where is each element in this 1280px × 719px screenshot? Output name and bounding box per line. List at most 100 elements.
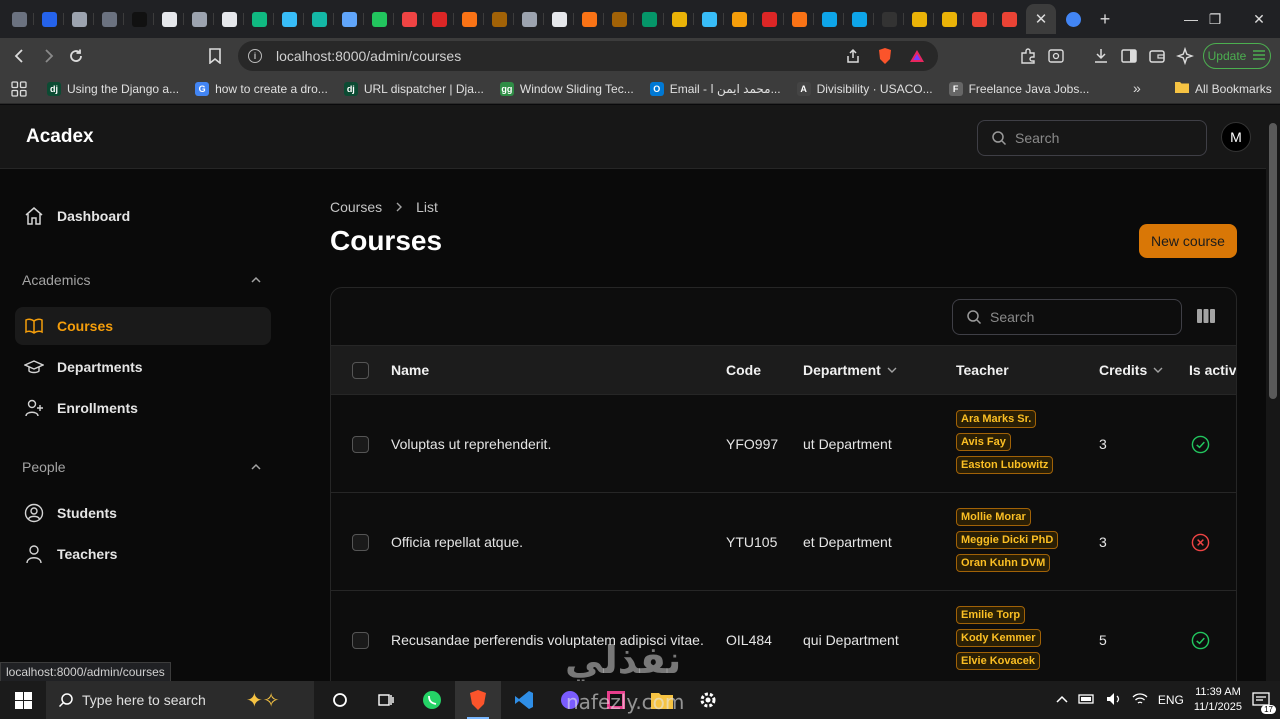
address-bar[interactable]: i localhost:8000/admin/courses	[238, 41, 938, 71]
breadcrumb-courses[interactable]: Courses	[330, 199, 382, 215]
bookmark-item[interactable]: O Email - محمد ايمن ا...	[649, 81, 781, 96]
browser-tab[interactable]	[574, 4, 604, 34]
column-header-is-active[interactable]: Is active	[1189, 362, 1236, 378]
table-row[interactable]: Officia repellat atque. YTU105 et Departme…	[331, 493, 1236, 591]
browser-tab[interactable]	[4, 4, 34, 34]
browser-tab[interactable]	[634, 4, 664, 34]
taskbar-whatsapp[interactable]	[409, 681, 455, 719]
browser-tab[interactable]	[34, 4, 64, 34]
update-button[interactable]: Update	[1203, 43, 1271, 69]
browser-tab[interactable]	[724, 4, 754, 34]
browser-tab[interactable]	[1058, 4, 1088, 34]
browser-tab[interactable]	[124, 4, 154, 34]
browser-tab[interactable]	[94, 4, 124, 34]
columns-icon[interactable]	[1197, 308, 1215, 324]
browser-tab[interactable]	[334, 4, 364, 34]
wifi-icon[interactable]	[1132, 692, 1148, 709]
extensions-icon[interactable]	[1019, 47, 1037, 65]
windows-start-button[interactable]	[0, 681, 46, 719]
active-tab-close-button[interactable]: ✕	[1026, 4, 1056, 34]
brand-logo[interactable]: Acadex	[26, 126, 94, 148]
brave-rewards-icon[interactable]	[908, 47, 926, 65]
sidebar-item-courses[interactable]: Courses	[15, 307, 271, 345]
browser-tab[interactable]	[874, 4, 904, 34]
volume-icon[interactable]	[1106, 692, 1122, 709]
taskbar-search[interactable]: ✦✧	[46, 681, 314, 719]
bookmark-item[interactable]: gg Window Sliding Tec...	[499, 81, 634, 96]
browser-tab[interactable]	[544, 4, 574, 34]
column-header-credits[interactable]: Credits	[1099, 362, 1163, 378]
browser-tab[interactable]	[754, 4, 784, 34]
browser-tab[interactable]	[664, 4, 694, 34]
taskbar-vscode[interactable]	[501, 681, 547, 719]
page-scrollbar[interactable]	[1266, 105, 1280, 681]
row-checkbox[interactable]	[352, 436, 369, 453]
wallet-icon[interactable]	[1148, 47, 1166, 65]
apps-grid-icon[interactable]	[11, 80, 27, 97]
all-bookmarks[interactable]: All Bookmarks	[1175, 81, 1272, 96]
bookmark-item[interactable]: Ghow to create a dro...	[195, 81, 328, 96]
reload-button[interactable]	[62, 42, 90, 70]
column-header-code[interactable]: Code	[726, 362, 761, 378]
browser-tab[interactable]	[694, 4, 724, 34]
table-row[interactable]: Voluptas ut reprehenderit. YFO997 ut Depar…	[331, 395, 1236, 493]
taskbar-settings[interactable]	[685, 681, 731, 719]
sidebar-group-academics[interactable]: Academics	[22, 272, 262, 288]
leo-ai-icon[interactable]	[1176, 47, 1194, 65]
row-checkbox[interactable]	[352, 534, 369, 551]
brave-shield-icon[interactable]	[876, 47, 894, 65]
browser-tab[interactable]	[934, 4, 964, 34]
browser-tab[interactable]	[214, 4, 244, 34]
bookmark-item[interactable]: dj URL dispatcher | Dja...	[343, 81, 484, 96]
new-course-button[interactable]: New course	[1139, 224, 1237, 258]
share-icon[interactable]	[844, 47, 862, 65]
sidebar-item-enrollments[interactable]: Enrollments	[15, 389, 271, 427]
course-name[interactable]: Voluptas ut reprehenderit.	[391, 436, 551, 452]
bookmark-item[interactable]: A Divisibility · USACO...	[796, 81, 933, 96]
download-icon[interactable]	[1092, 47, 1110, 65]
browser-tab[interactable]	[514, 4, 544, 34]
avatar[interactable]: M	[1221, 122, 1251, 152]
select-all-checkbox[interactable]	[352, 362, 369, 379]
column-header-department[interactable]: Department	[803, 362, 897, 378]
row-checkbox[interactable]	[352, 632, 369, 649]
more-bookmarks-icon[interactable]: »	[1133, 80, 1141, 96]
table-search-input[interactable]	[990, 309, 1160, 325]
table-row[interactable]: Recusandae perferendis voluptatem adipis…	[331, 591, 1236, 681]
bookmark-item[interactable]: dj Using the Django a...	[47, 81, 179, 96]
task-switch-button[interactable]	[363, 681, 409, 719]
close-window-button[interactable]: ✕	[1236, 0, 1280, 38]
bookmark-item[interactable]: F Freelance Java Jobs...	[948, 81, 1089, 96]
course-name[interactable]: Officia repellat atque.	[391, 534, 523, 550]
browser-tab[interactable]	[994, 4, 1024, 34]
browser-tab[interactable]	[964, 4, 994, 34]
battery-icon[interactable]	[1078, 693, 1096, 708]
browser-tab[interactable]	[454, 4, 484, 34]
notification-icon[interactable]: 17	[1252, 692, 1276, 714]
browser-tab[interactable]	[364, 4, 394, 34]
tab-search-icon[interactable]	[1047, 47, 1065, 65]
task-view-button[interactable]	[317, 681, 363, 719]
sidebar-item-students[interactable]: Students	[15, 494, 271, 532]
scrollbar-thumb[interactable]	[1269, 123, 1277, 399]
browser-tab[interactable]	[244, 4, 274, 34]
browser-tab[interactable]	[784, 4, 814, 34]
column-header-teacher[interactable]: Teacher	[956, 362, 1009, 378]
browser-tab[interactable]	[844, 4, 874, 34]
browser-tab[interactable]	[274, 4, 304, 34]
sidebar-item-departments[interactable]: Departments	[15, 348, 271, 386]
sidebar-group-people[interactable]: People	[22, 459, 262, 475]
bookmark-page-icon[interactable]	[201, 42, 229, 70]
browser-tab[interactable]	[184, 4, 214, 34]
browser-tab[interactable]	[304, 4, 334, 34]
browser-tab[interactable]	[484, 4, 514, 34]
browser-tab[interactable]	[604, 4, 634, 34]
browser-tab[interactable]	[814, 4, 844, 34]
taskbar-search-input[interactable]	[82, 692, 242, 708]
browser-tab[interactable]	[904, 4, 934, 34]
column-header-name[interactable]: Name	[391, 362, 429, 378]
taskbar-clock[interactable]: 11:39 AM 11/1/2025	[1194, 685, 1242, 715]
new-tab-button[interactable]: +	[1090, 4, 1120, 34]
forward-button[interactable]	[34, 42, 62, 70]
sidebar-item-teachers[interactable]: Teachers	[15, 535, 271, 573]
